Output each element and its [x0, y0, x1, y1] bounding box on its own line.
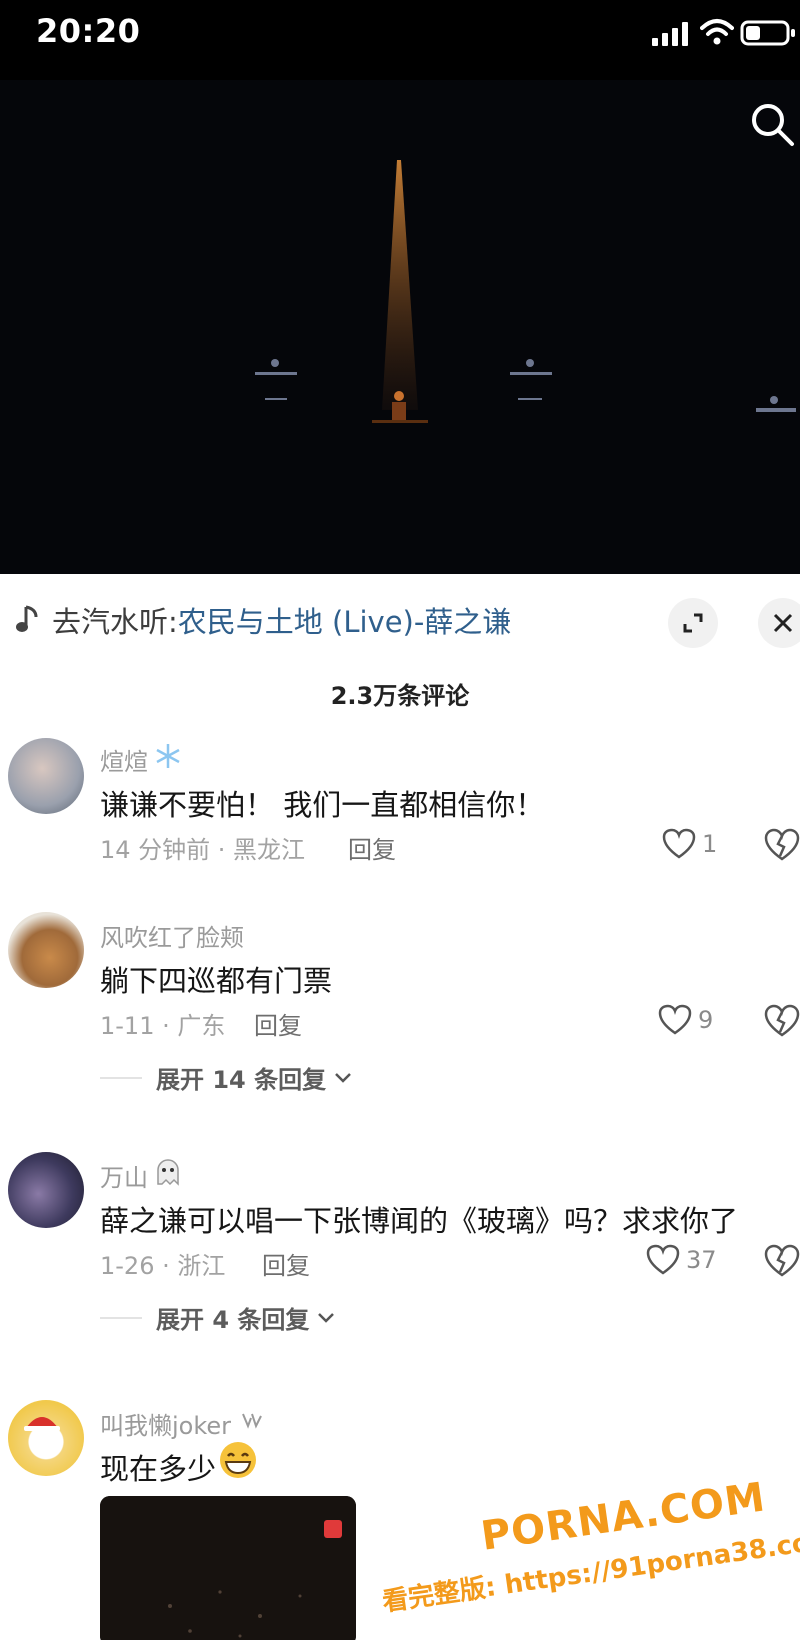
comment-text: 薛之谦可以唱一下张博闻的《玻璃》吗？求求你了	[100, 1204, 739, 1238]
expand-icon	[683, 613, 703, 633]
heart-icon	[646, 1244, 680, 1275]
comment-meta: 14 分钟前 · 黑龙江	[100, 836, 306, 864]
music-note-icon	[16, 605, 38, 632]
reply-button[interactable]: 回复	[262, 1246, 310, 1281]
divider	[100, 1316, 142, 1319]
divider	[100, 1076, 142, 1079]
comment-username[interactable]: 叫我懒joker	[100, 1406, 231, 1441]
avatar[interactable]	[8, 912, 84, 988]
like-count: 1	[702, 830, 718, 858]
reply-button[interactable]: 回复	[254, 1006, 302, 1041]
expand-replies-label: 展开 4 条回复	[156, 1306, 310, 1334]
comment-meta: 1-11 · 广东	[100, 1012, 226, 1040]
comment-meta: 1-26 · 浙江	[100, 1252, 226, 1280]
watermark: PORNA.COM 看完整版: https://91porna38.com	[380, 1474, 800, 1640]
close-button[interactable]	[758, 598, 800, 648]
santa-hat-icon	[24, 1417, 60, 1431]
music-bar[interactable]: 去汽水听: 农民与土地 (Live)-薛之谦	[14, 600, 511, 640]
comment-text: 躺下四巡都有门票	[100, 964, 333, 998]
chevron-down-icon	[318, 1312, 335, 1323]
expand-replies-button[interactable]: 展开 14 条回复	[100, 1060, 352, 1095]
avatar[interactable]	[8, 738, 84, 814]
like-button[interactable]: 1	[662, 828, 717, 860]
concert-photo	[100, 1496, 356, 1640]
like-count: 37	[686, 1246, 717, 1274]
close-icon	[773, 613, 793, 633]
wifi-icon	[700, 19, 734, 45]
music-prefix: 去汽水听:	[52, 605, 178, 639]
status-time: 20:20	[36, 12, 141, 50]
broken-heart-icon[interactable]	[764, 1244, 800, 1278]
comment-text: 谦谦不要怕！ 我们一直都相信你！	[100, 788, 545, 822]
comments-count: 2.3万条评论	[330, 682, 470, 710]
avatar[interactable]	[8, 1152, 84, 1228]
music-song-link[interactable]: 农民与土地 (Live)-薛之谦	[178, 599, 512, 641]
battery-icon	[740, 20, 795, 46]
broken-heart-icon[interactable]	[764, 828, 800, 862]
expand-replies-button[interactable]: 展开 4 条回复	[100, 1300, 335, 1335]
like-count: 9	[698, 1006, 714, 1034]
concert-stage-image	[255, 160, 796, 423]
verified-badge-icon	[242, 1413, 262, 1429]
comment-sheet: 去汽水听: 农民与土地 (Live)-薛之谦 2.3万条评论 煊煊 谦谦不要怕！…	[0, 574, 800, 1640]
heart-icon	[658, 1004, 692, 1035]
expand-replies-label: 展开 14 条回复	[156, 1066, 327, 1094]
comment-text: 现在多少	[100, 1452, 217, 1486]
comment-username[interactable]: 万山	[100, 1158, 148, 1193]
search-icon[interactable]	[748, 100, 796, 148]
comment-username[interactable]: 煊煊	[100, 742, 148, 777]
snowflake-icon	[156, 744, 180, 768]
comment-image[interactable]	[100, 1496, 356, 1640]
like-button[interactable]: 9	[658, 1004, 713, 1036]
status-bar: 20:20	[0, 0, 800, 80]
comment-username[interactable]: 风吹红了脸颊	[100, 918, 244, 953]
like-button[interactable]: 37	[646, 1244, 717, 1276]
cellular-signal-icon	[652, 22, 688, 46]
broken-heart-icon[interactable]	[764, 1004, 800, 1038]
ghost-icon	[157, 1159, 179, 1186]
video-player[interactable]	[0, 80, 800, 574]
grin-emoji-icon	[220, 1442, 256, 1478]
expand-button[interactable]	[668, 598, 718, 648]
reply-button[interactable]: 回复	[348, 830, 396, 865]
heart-icon	[662, 828, 696, 859]
chevron-down-icon	[335, 1072, 351, 1083]
